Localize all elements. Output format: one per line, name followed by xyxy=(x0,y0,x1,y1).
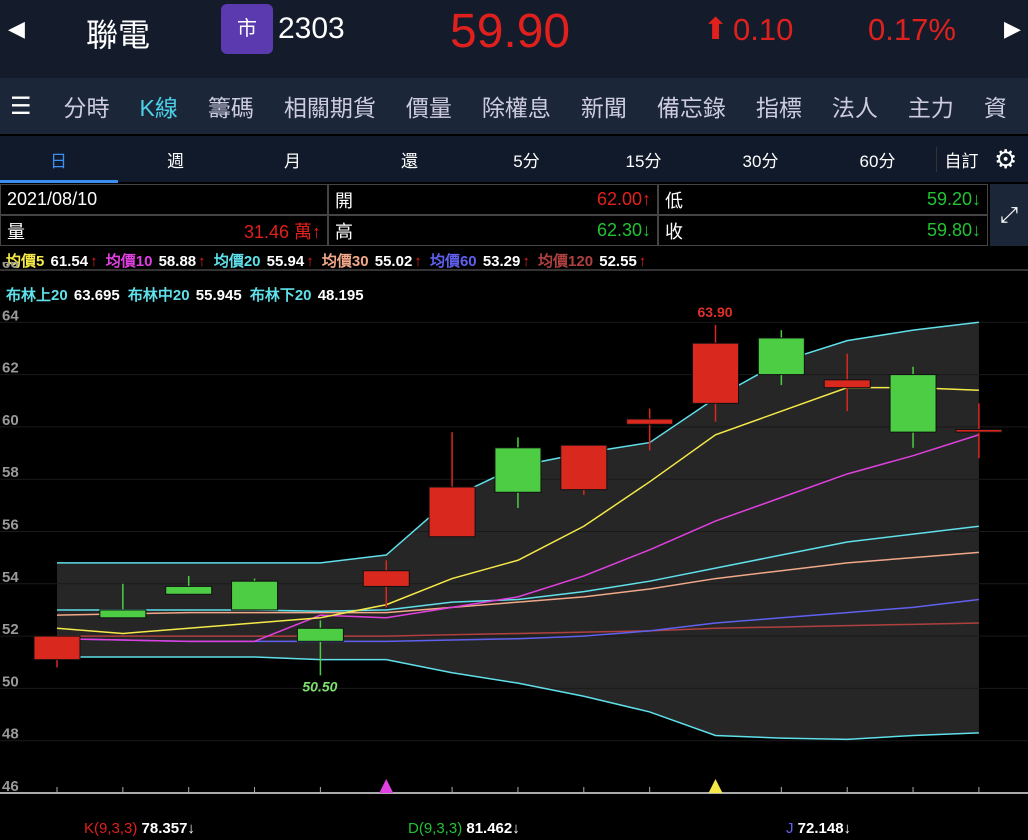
tab-news[interactable]: 新聞 xyxy=(581,89,627,123)
price-change: 0.10 xyxy=(733,12,794,47)
tab-futures[interactable]: 相關期貨 xyxy=(284,89,376,123)
close-value: 59.80↓ xyxy=(926,220,981,240)
volume-cell: 量 31.46 萬↑ xyxy=(0,215,328,246)
candle-body xyxy=(33,635,81,661)
k-value: 78.357↓ xyxy=(141,820,195,837)
y-tick-label: 52 xyxy=(2,621,19,638)
tab-more[interactable]: 資 xyxy=(984,89,1007,123)
tab-memo[interactable]: 備忘錄 xyxy=(657,89,726,123)
tab-institutional[interactable]: 法人 xyxy=(832,89,878,123)
sort-menu-icon[interactable]: ☰ xyxy=(10,92,32,121)
candle-body xyxy=(889,374,937,433)
low-cell: 低 59.20↓ xyxy=(658,184,988,215)
ohlc-panel: 2021/08/10 開 62.00↑ 低 59.20↓ 量 31.46 萬↑ 高 62… xyxy=(0,184,988,246)
candle-body xyxy=(692,342,739,404)
market-badge: 市 xyxy=(221,4,273,54)
period-bar: 日 週 月 還 5分 15分 30分 60分 自訂 ⚙ xyxy=(0,136,1028,182)
volume-label: 量 xyxy=(7,221,25,242)
low-label: 低 xyxy=(665,190,683,211)
signal-triangle-icon xyxy=(708,779,723,793)
main-tabs: ☰ 分時 K線 籌碼 相關期貨 價量 除權息 新聞 備忘錄 指標 法人 主力 資 xyxy=(0,78,1028,139)
open-label: 開 xyxy=(335,190,353,211)
d-label: D(9,3,3) xyxy=(408,820,463,837)
period-restore[interactable]: 還 xyxy=(351,147,468,172)
candle-body xyxy=(757,337,805,376)
tab-chips[interactable]: 籌碼 xyxy=(208,89,254,123)
gear-icon[interactable]: ⚙ xyxy=(994,144,1017,175)
low-annotation: 50.50 xyxy=(302,678,337,694)
close-label: 收 xyxy=(665,221,683,242)
volume-value: 31.46 萬↑ xyxy=(243,221,321,242)
change-percent: 0.17% xyxy=(868,12,956,47)
y-tick-label: 48 xyxy=(2,726,19,743)
stock-code: 2303 xyxy=(278,12,345,45)
kdj-d: D(9,3,3) 81.462↓ xyxy=(408,820,520,837)
y-tick-label: 66 xyxy=(2,262,19,272)
date: 2021/08/10 xyxy=(7,189,98,209)
high-label: 高 xyxy=(335,221,353,242)
candle-body xyxy=(428,486,476,538)
candle-body xyxy=(823,379,871,389)
candle-body xyxy=(231,580,279,611)
y-tick-label: 62 xyxy=(2,360,19,377)
tab-kline[interactable]: K線 xyxy=(139,89,179,139)
period-30min[interactable]: 30分 xyxy=(702,147,819,172)
high-annotation: 63.90 xyxy=(698,304,733,320)
candle-body xyxy=(494,447,542,493)
y-tick-label: 54 xyxy=(2,569,19,586)
candle-body xyxy=(560,444,608,491)
high-cell: 高 62.30↓ xyxy=(328,215,658,246)
candle-body xyxy=(626,418,674,425)
kline-chart[interactable]: 66 64 62 60 58 56 54 52 50 48 46 63.90 50.50 xyxy=(0,262,1028,807)
quote-header: ◀ 聯電 市 2303 59.90 ⬆ 0.10 0.17% ▶ xyxy=(0,0,1028,78)
date-cell: 2021/08/10 xyxy=(0,184,328,215)
open-value: 62.00↑ xyxy=(596,189,651,209)
period-15min[interactable]: 15分 xyxy=(585,147,702,172)
d-value: 81.462↓ xyxy=(466,820,520,837)
change-arrow-icon: ⬆ xyxy=(703,13,729,46)
custom-button[interactable]: 自訂 xyxy=(936,146,986,172)
tab-dividend[interactable]: 除權息 xyxy=(482,89,551,123)
y-tick-label: 64 xyxy=(2,307,19,324)
last-price: 59.90 xyxy=(450,5,571,58)
tab-price-volume[interactable]: 價量 xyxy=(406,89,452,123)
y-tick-label: 46 xyxy=(2,778,19,795)
kdj-k: K(9,3,3) 78.357↓ xyxy=(84,820,195,837)
tab-indicators[interactable]: 指標 xyxy=(756,89,802,123)
y-tick-label: 56 xyxy=(2,517,19,534)
candle-body xyxy=(99,609,147,619)
period-60min[interactable]: 60分 xyxy=(819,147,936,172)
candle-body xyxy=(165,585,213,595)
open-cell: 開 62.00↑ xyxy=(328,184,658,215)
close-cell: 收 59.80↓ xyxy=(658,215,988,246)
period-5min[interactable]: 5分 xyxy=(468,147,585,172)
y-tick-label: 58 xyxy=(2,464,19,481)
candle-body xyxy=(296,627,344,642)
y-tick-label: 50 xyxy=(2,673,19,690)
tab-main-force[interactable]: 主力 xyxy=(908,89,954,123)
candle-body xyxy=(362,570,410,587)
tab-intraday[interactable]: 分時 xyxy=(64,89,110,123)
period-week[interactable]: 週 xyxy=(117,147,234,172)
stock-name: 聯電 xyxy=(86,17,151,53)
period-active-indicator xyxy=(0,180,118,183)
kdj-j: J 72.148↓ xyxy=(786,820,851,837)
candle-body xyxy=(955,429,1003,433)
period-month[interactable]: 月 xyxy=(234,147,351,172)
high-value: 62.30↓ xyxy=(596,220,651,240)
j-value: 72.148↓ xyxy=(797,820,852,837)
y-tick-label: 60 xyxy=(2,412,19,429)
next-stock-button[interactable]: ▶ xyxy=(1004,16,1021,42)
k-label: K(9,3,3) xyxy=(84,820,138,837)
prev-stock-button[interactable]: ◀ xyxy=(8,16,25,42)
period-day[interactable]: 日 xyxy=(0,147,117,172)
signal-triangle-icon xyxy=(379,779,394,793)
low-value: 59.20↓ xyxy=(926,189,981,209)
j-label: J xyxy=(786,820,794,837)
fullscreen-icon[interactable]: ⤢ xyxy=(990,184,1028,246)
